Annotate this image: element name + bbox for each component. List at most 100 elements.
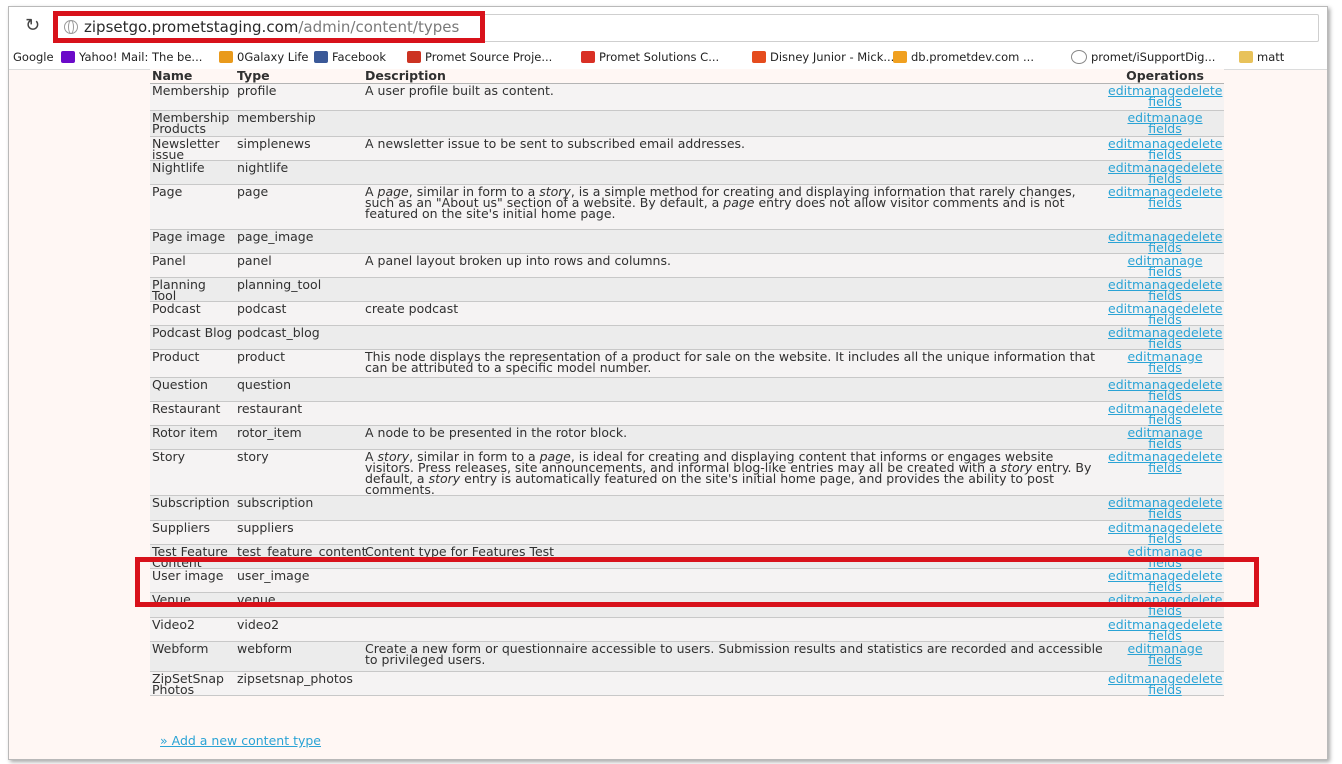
delete-link[interactable]: delete xyxy=(1183,401,1222,416)
cell-operations: editmanage fields xyxy=(1106,425,1224,450)
edit-link[interactable]: edit xyxy=(1108,160,1132,175)
edit-link[interactable]: edit xyxy=(1108,325,1132,340)
folder-icon xyxy=(1239,51,1253,63)
cell-name: ZipSetSnap Photos xyxy=(150,671,235,696)
bookmark-label: Disney Junior - Mick... xyxy=(770,50,895,64)
delete-link[interactable]: delete xyxy=(1183,325,1222,340)
cell-operations: editmanagedelete fields xyxy=(1106,401,1224,426)
edit-link[interactable]: edit xyxy=(1108,229,1132,244)
edit-link[interactable]: edit xyxy=(1108,377,1132,392)
bookmark-8[interactable]: promet/iSupportDig... xyxy=(1071,50,1215,64)
cell-type: podcast_blog xyxy=(235,325,363,350)
table-row: ZipSetSnap Photos zipsetsnap_photos editma… xyxy=(150,671,1224,697)
delete-link[interactable]: delete xyxy=(1183,377,1222,392)
table-row: Story story A story, similar in form to a … xyxy=(150,449,1224,496)
cell-type: subscription xyxy=(235,495,363,521)
edit-link[interactable]: edit xyxy=(1108,592,1132,607)
edit-link[interactable]: edit xyxy=(1108,671,1132,686)
cell-operations: editmanagedelete fields xyxy=(1106,671,1224,697)
edit-link[interactable]: edit xyxy=(1108,184,1132,199)
cell-name: Panel xyxy=(150,253,235,278)
delete-link[interactable]: delete xyxy=(1183,449,1222,464)
manage-fields-link-continued[interactable]: fields xyxy=(1148,506,1181,521)
cell-description: Create a new form or questionnaire acces… xyxy=(363,641,1106,672)
cell-operations: editmanagedelete fields xyxy=(1106,377,1224,402)
cell-name: Page xyxy=(150,184,235,230)
bookmark-5[interactable]: Promet Solutions C... xyxy=(581,50,719,64)
cell-description: Content type for Features Test xyxy=(363,544,1106,569)
cell-description xyxy=(363,160,1106,185)
manage-fields-link-continued[interactable]: fields xyxy=(1148,652,1181,667)
cell-name: Story xyxy=(150,449,235,496)
browser-toolbar: ↻ zipsetgo.prometstaging.com/admin/conte… xyxy=(9,7,1327,45)
manage-fields-link-continued[interactable]: fields xyxy=(1148,460,1181,475)
delete-link[interactable]: delete xyxy=(1183,520,1222,535)
bookmark-0[interactable]: Google xyxy=(13,50,54,64)
manage-fields-link-continued[interactable]: fields xyxy=(1148,682,1181,697)
cell-operations: editmanagedelete fields xyxy=(1106,301,1224,326)
bookmark-4[interactable]: Promet Source Proje... xyxy=(407,50,552,64)
edit-link[interactable]: edit xyxy=(1108,617,1132,632)
cell-operations: editmanagedelete fields xyxy=(1106,592,1224,618)
cell-operations: editmanage fields xyxy=(1106,110,1224,137)
edit-link[interactable]: edit xyxy=(1108,449,1132,464)
manage-fields-link-continued[interactable]: fields xyxy=(1148,360,1181,375)
disney-junior-icon xyxy=(752,51,766,63)
table-row: Newsletter issue simplenews A newsletter i… xyxy=(150,136,1224,161)
delete-link[interactable]: delete xyxy=(1183,277,1222,292)
bookmark-label: Facebook xyxy=(332,50,387,64)
cell-name: Membership xyxy=(150,83,235,111)
edit-link[interactable]: edit xyxy=(1108,401,1132,416)
manage-fields-link-continued[interactable]: fields xyxy=(1148,603,1181,618)
bookmark-9[interactable]: matt xyxy=(1239,50,1284,64)
delete-link[interactable]: delete xyxy=(1183,83,1222,98)
bookmark-7[interactable]: db.prometdev.com ... xyxy=(893,50,1034,64)
table-header-row: Name Type Description Operations xyxy=(150,69,1224,84)
delete-link[interactable]: delete xyxy=(1183,617,1222,632)
manage-fields-link-continued[interactable]: fields xyxy=(1148,195,1181,210)
address-bar[interactable]: zipsetgo.prometstaging.com/admin/content… xyxy=(55,14,1319,42)
delete-link[interactable]: delete xyxy=(1183,671,1222,686)
reload-icon[interactable]: ↻ xyxy=(25,16,45,36)
delete-link[interactable]: delete xyxy=(1183,301,1222,316)
cell-name: Venue xyxy=(150,592,235,618)
edit-link[interactable]: edit xyxy=(1108,83,1132,98)
delete-link[interactable]: delete xyxy=(1183,136,1222,151)
manage-fields-link-continued[interactable]: fields xyxy=(1148,94,1181,109)
cell-description xyxy=(363,520,1106,545)
delete-link[interactable]: delete xyxy=(1183,229,1222,244)
header-operations: Operations xyxy=(1106,69,1224,84)
bookmark-label: matt xyxy=(1257,50,1285,64)
manage-fields-link-continued[interactable]: fields xyxy=(1148,121,1181,136)
content-types-page: Name Type Description Operations Members… xyxy=(150,69,1224,748)
cell-description xyxy=(363,229,1106,254)
delete-link[interactable]: delete xyxy=(1183,568,1222,583)
edit-link[interactable]: edit xyxy=(1108,277,1132,292)
bookmark-6[interactable]: Disney Junior - Mick... xyxy=(752,50,894,64)
delete-link[interactable]: delete xyxy=(1183,592,1222,607)
header-type: Type xyxy=(235,69,363,84)
edit-link[interactable]: edit xyxy=(1108,495,1132,510)
edit-link[interactable]: edit xyxy=(1108,568,1132,583)
cell-description: A story, similar in form to a page, is i… xyxy=(363,449,1106,496)
cell-operations: editmanagedelete fields xyxy=(1106,325,1224,350)
cell-operations: editmanagedelete fields xyxy=(1106,83,1224,111)
cell-name: Rotor item xyxy=(150,425,235,450)
cell-name: Product xyxy=(150,349,235,378)
table-row: Planning Tool planning_tool editmanagedele… xyxy=(150,277,1224,302)
bookmark-1[interactable]: Yahoo! Mail: The be... xyxy=(61,50,202,64)
edit-link[interactable]: edit xyxy=(1108,136,1132,151)
cell-name: Page image xyxy=(150,229,235,254)
cell-description: A user profile built as content. xyxy=(363,83,1106,111)
bookmark-2[interactable]: 0Galaxy Life xyxy=(219,50,309,64)
add-content-type-link[interactable]: » Add a new content type xyxy=(160,733,321,748)
table-row: Webform webform Create a new form or quest… xyxy=(150,641,1224,672)
cell-name: Test Feature Content xyxy=(150,544,235,569)
delete-link[interactable]: delete xyxy=(1183,495,1222,510)
delete-link[interactable]: delete xyxy=(1183,160,1222,175)
edit-link[interactable]: edit xyxy=(1108,520,1132,535)
delete-link[interactable]: delete xyxy=(1183,184,1222,199)
cell-type: panel xyxy=(235,253,363,278)
bookmark-3[interactable]: Facebook xyxy=(314,50,386,64)
edit-link[interactable]: edit xyxy=(1108,301,1132,316)
